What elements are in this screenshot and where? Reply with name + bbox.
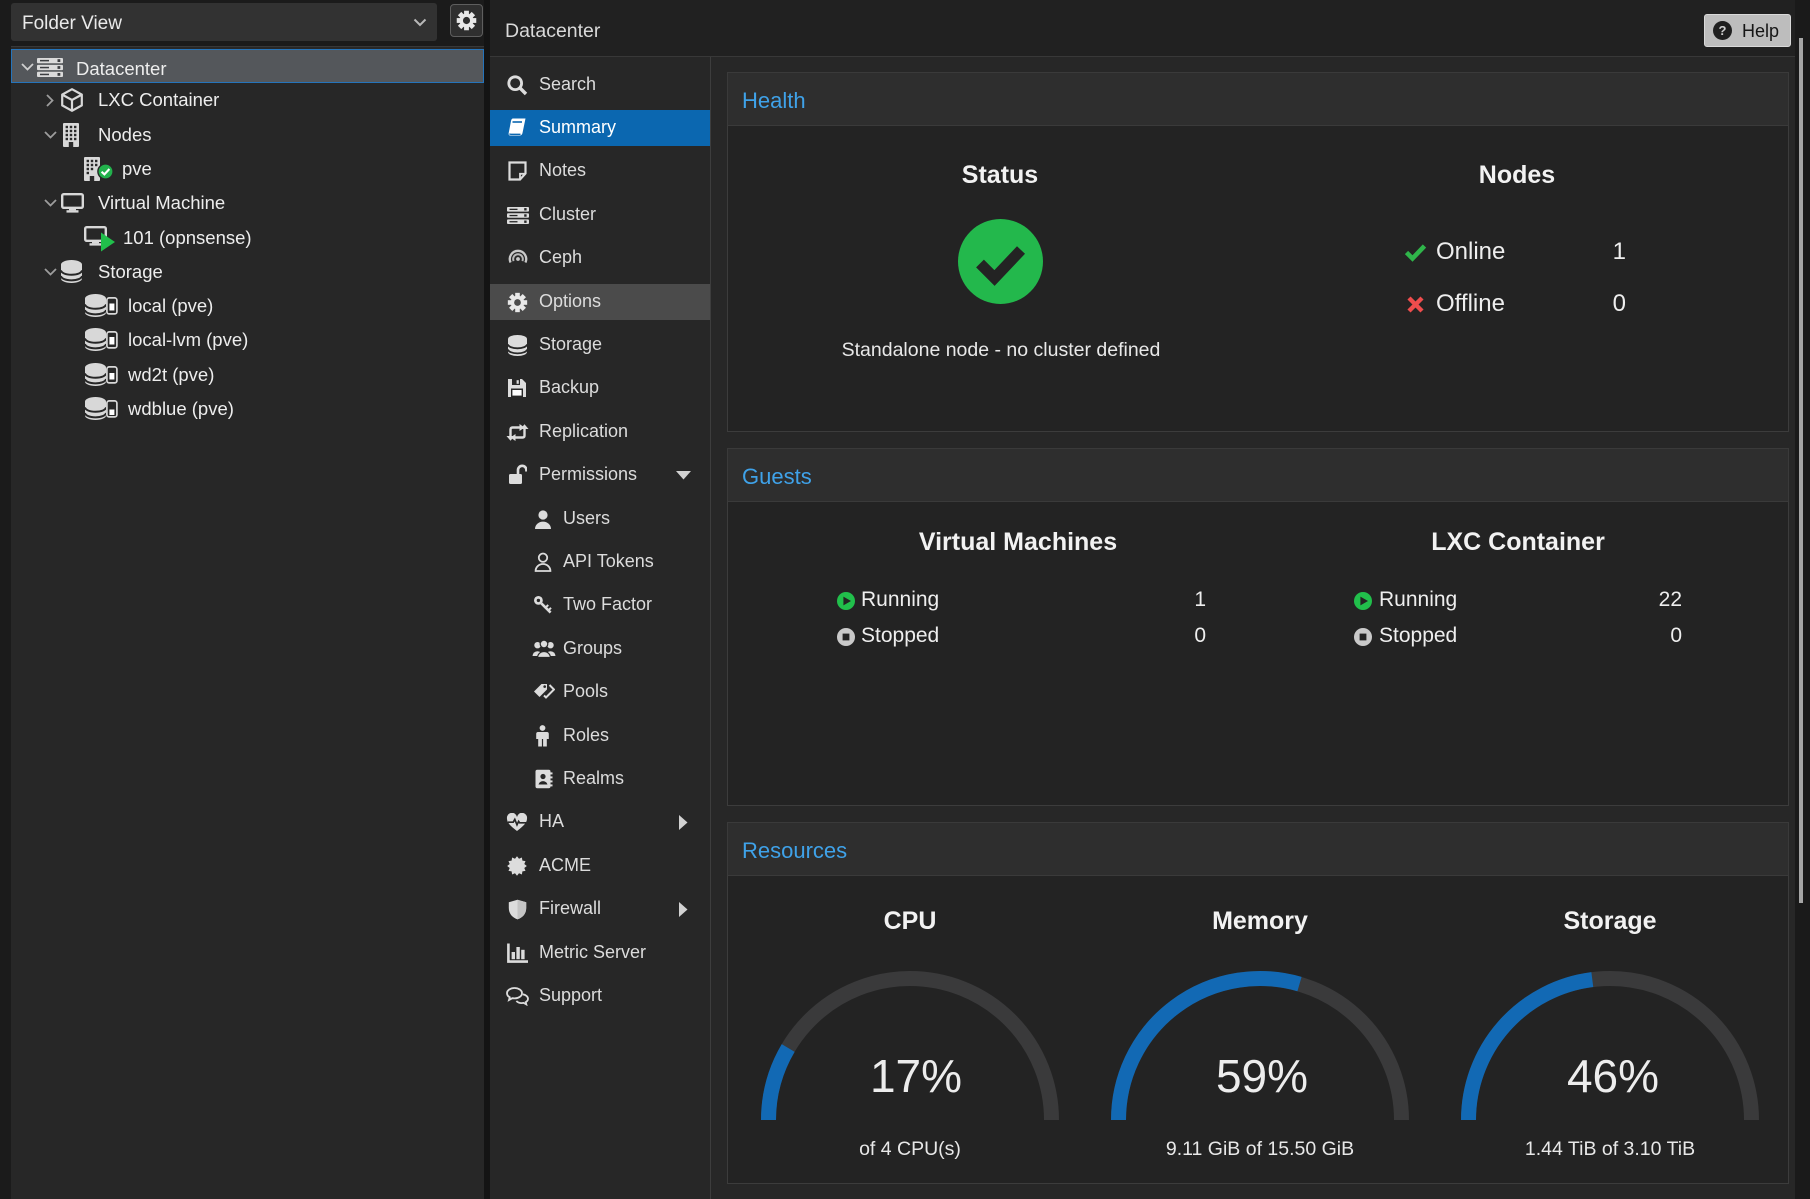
svg-text:?: ? [1719, 23, 1727, 38]
